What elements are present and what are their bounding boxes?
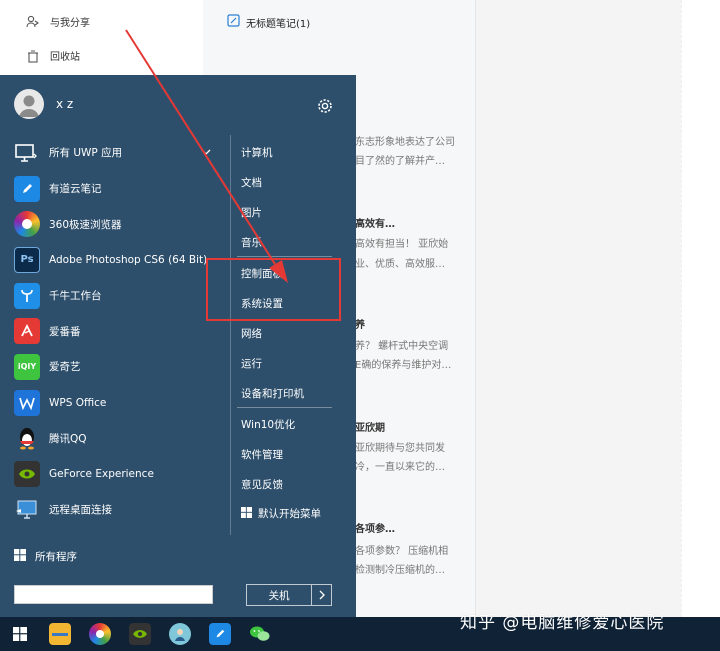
note-snippet: 亚欣期 [355, 423, 385, 434]
all-programs-label: 所有程序 [35, 551, 77, 563]
app-item-uwp[interactable]: 所有 UWP 应用 [0, 135, 215, 171]
windows-logo-icon [14, 549, 26, 564]
note-snippet: 东志形象地表达了公司 [355, 137, 455, 148]
youdao-note-icon [14, 175, 40, 202]
uwp-apps-icon [14, 140, 40, 166]
geforce-icon [14, 461, 40, 488]
sidebar-item-recycle[interactable]: 回收站 [26, 48, 80, 63]
windows-logo-icon [241, 506, 252, 521]
note-snippet: 养 [355, 320, 365, 331]
trash-icon [26, 49, 40, 63]
watermark: 知乎 @电脑维修爱心医院 [460, 613, 665, 633]
menu-item-label: 默认开始菜单 [258, 508, 321, 520]
column-divider [230, 135, 231, 535]
menu-item-music[interactable]: 音乐 [241, 235, 262, 250]
browser-360-icon[interactable] [80, 617, 120, 651]
iqiyi-icon: iQIY [14, 353, 40, 380]
start-menu: x z 所有 UWP 应用 有道云笔记 360极速浏览器 Ps Adobe Ph… [0, 75, 356, 617]
chevron-down-icon[interactable] [201, 147, 211, 157]
note-title: 无标题笔记(1) [246, 18, 311, 30]
menu-item-network[interactable]: 网络 [241, 326, 262, 341]
menu-separator [237, 256, 332, 257]
app-label: 所有 UWP 应用 [49, 147, 123, 160]
note-snippet: 业、优质、高效服… [355, 259, 445, 270]
menu-item-pictures[interactable]: 图片 [241, 205, 262, 220]
sidebar-item-label: 回收站 [50, 52, 80, 63]
highlight-box [206, 258, 341, 321]
note-snippet: 冷，一直以来它的… [355, 462, 445, 473]
note-icon [227, 14, 240, 30]
note-snippet: 养？ 螺杆式中央空调 [355, 341, 449, 352]
menu-item-default-start-menu[interactable]: 默认开始菜单 [241, 506, 321, 521]
menu-item-computer[interactable]: 计算机 [241, 145, 273, 160]
app-label: 腾讯QQ [49, 432, 87, 445]
app-label: 有道云笔记 [49, 183, 102, 196]
user-name: x z [56, 97, 74, 111]
user-account[interactable]: x z [14, 89, 73, 119]
app-label: 远程桌面连接 [49, 504, 112, 517]
app-item-iqiyi[interactable]: iQIY 爱奇艺 [0, 349, 215, 385]
menu-item-win10-optimize[interactable]: Win10优化 [241, 417, 295, 432]
remote-desktop-icon [14, 497, 40, 523]
menu-item-devices-printers[interactable]: 设备和打印机 [241, 386, 304, 401]
user-icon [19, 95, 39, 117]
shutdown-button[interactable]: 关机 [246, 584, 312, 606]
app-item-aifanfan[interactable]: 爱番番 [0, 313, 215, 349]
right-margin-panel [681, 0, 720, 617]
menu-separator [237, 407, 332, 408]
all-programs-button[interactable]: 所有程序 [14, 549, 77, 564]
menu-item-software-manager[interactable]: 软件管理 [241, 447, 283, 462]
chevron-right-icon [319, 590, 325, 600]
app-list: 所有 UWP 应用 有道云笔记 360极速浏览器 Ps Adobe Photos… [0, 135, 215, 528]
app-label: Adobe Photoshop CS6 (64 Bit) [49, 253, 208, 266]
nvidia-icon[interactable] [120, 617, 160, 651]
aifanfan-icon [14, 318, 40, 345]
menu-item-feedback[interactable]: 意见反馈 [241, 477, 283, 492]
avatar [14, 89, 44, 119]
qq-penguin-icon [14, 425, 40, 451]
note-snippet: 亚欣期待与您共同发 [355, 443, 445, 454]
app-item-photoshop[interactable]: Ps Adobe Photoshop CS6 (64 Bit) [0, 242, 215, 278]
search-input[interactable] [14, 585, 213, 604]
app-item-wps[interactable]: WPS Office [0, 385, 215, 421]
browser-360-icon [14, 211, 40, 238]
app-item-remote-desktop[interactable]: 远程桌面连接 [0, 492, 215, 528]
sidebar-item-label: 与我分享 [50, 18, 90, 29]
note-editor-panel [476, 0, 681, 617]
wps-icon [14, 389, 40, 416]
share-user-icon [26, 15, 40, 29]
file-explorer-icon[interactable] [40, 617, 80, 651]
app-item-geforce[interactable]: GeForce Experience [0, 456, 215, 492]
note-list-item[interactable]: 无标题笔记(1) [227, 14, 310, 30]
wechat-icon[interactable] [240, 617, 280, 651]
note-snippet: 目了然的了解并产… [355, 156, 445, 167]
photoshop-icon: Ps [14, 246, 40, 273]
gear-icon[interactable] [316, 97, 334, 115]
app-label: 爱奇艺 [49, 361, 81, 374]
sidebar-item-shared[interactable]: 与我分享 [26, 14, 90, 29]
app-label: 千牛工作台 [49, 290, 102, 303]
note-snippet: 各项参数？ 压缩机相 [355, 546, 449, 557]
qianniu-icon [14, 282, 40, 309]
power-options-button[interactable] [312, 584, 332, 606]
app-label: 爱番番 [49, 325, 81, 338]
menu-item-run[interactable]: 运行 [241, 356, 262, 371]
youdao-note-icon[interactable] [200, 617, 240, 651]
menu-item-documents[interactable]: 文档 [241, 175, 262, 190]
app-item-qq[interactable]: 腾讯QQ [0, 421, 215, 457]
note-snippet: 高效有… [355, 219, 395, 230]
note-snippet: 各项参… [355, 524, 395, 535]
windows-start-icon[interactable] [0, 617, 40, 651]
app-item-youdao[interactable]: 有道云笔记 [0, 171, 215, 207]
notes-sidebar: 与我分享 回收站 [0, 0, 203, 75]
app-label: WPS Office [49, 396, 107, 409]
app-item-qianniu[interactable]: 千牛工作台 [0, 278, 215, 314]
app-label: GeForce Experience [49, 468, 154, 481]
note-snippet: 高效有担当！ 亚欣始 [355, 239, 449, 250]
note-snippet: 检测制冷压缩机的… [355, 565, 445, 576]
app-item-360-browser[interactable]: 360极速浏览器 [0, 206, 215, 242]
app-label: 360极速浏览器 [49, 218, 122, 231]
user-avatar-app-icon[interactable] [160, 617, 200, 651]
note-snippet: E确的保养与维护对… [355, 360, 452, 371]
